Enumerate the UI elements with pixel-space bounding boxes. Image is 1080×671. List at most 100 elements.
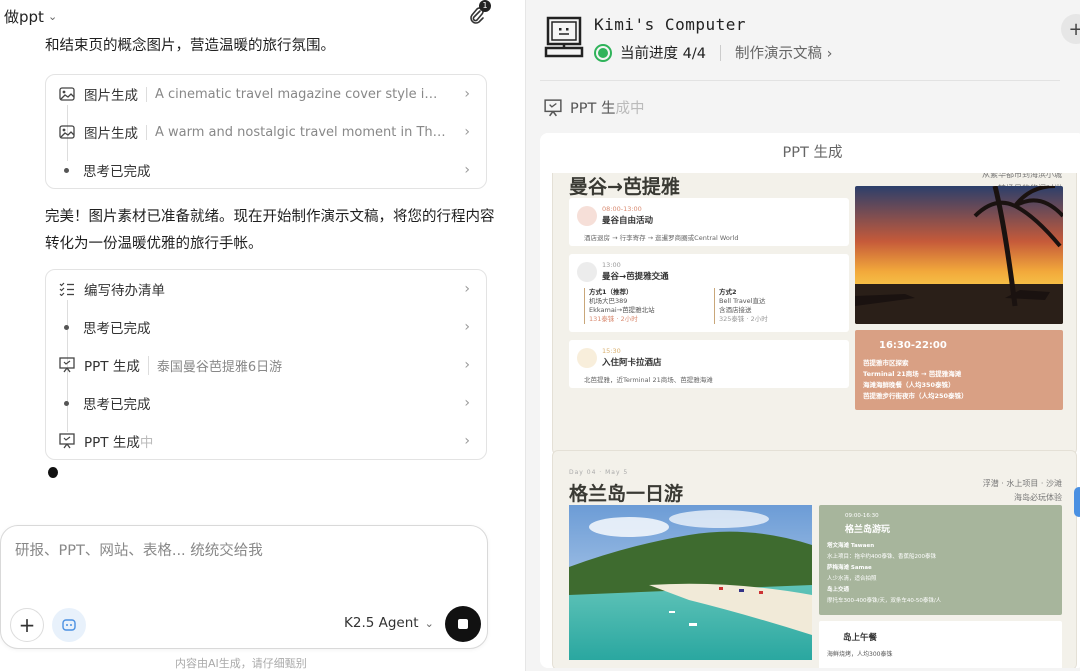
option-price: 325泰铢 · 2小时: [719, 315, 768, 323]
message-composer: + K2.5 Agent ⌄: [0, 525, 488, 649]
add-button[interactable]: +: [10, 608, 44, 642]
scroll-handle[interactable]: [1074, 487, 1080, 517]
island-beach-image: [569, 505, 812, 660]
message-input[interactable]: [15, 538, 465, 564]
step-label: PPT 生成: [84, 359, 140, 375]
option-price: 131泰铢 · 2小时: [589, 315, 638, 323]
step-label: 图片生成: [84, 88, 138, 104]
evening-line: 芭提雅市区探索: [863, 359, 909, 367]
chevron-right-icon: ›: [464, 281, 470, 297]
dot-icon: [64, 167, 69, 173]
step-thinking-done[interactable]: 思考已完成 ›: [46, 308, 486, 346]
chevron-right-icon: ›: [464, 319, 470, 335]
option-line: 含酒店接送: [719, 306, 752, 314]
ppt-viewer[interactable]: PPT 生成 曼谷→芭提雅 从繁华都市到海滨小城 转场日的悠闲时光 08:00-…: [540, 133, 1080, 668]
tool-steps-card-1: 图片生成 A cinematic travel magazine cover s…: [45, 74, 487, 189]
step-todo-list[interactable]: 编写待办清单 ›: [46, 270, 486, 308]
slide-bangkok-pattaya[interactable]: 曼谷→芭提雅 从繁华都市到海滨小城 转场日的悠闲时光 08:00-13:00 曼…: [552, 159, 1077, 455]
step-label: 思考已完成: [83, 164, 151, 180]
hotel-box: 15:30 入住阿卡拉酒店 北芭提雅，近Terminal 21商场、芭提雅海滩: [569, 340, 849, 388]
robot-icon: [62, 619, 76, 631]
option-line: Ekkamai→芭提雅北站: [589, 306, 655, 314]
plan-time: 09:00-16:30: [845, 513, 879, 519]
agent-mode-button[interactable]: [52, 608, 86, 642]
step-label: 思考已完成: [83, 397, 151, 413]
activity-title: 曼谷自由活动: [602, 216, 654, 226]
progress-status-icon: [594, 43, 612, 62]
viewer-title: PPT 生成: [540, 133, 1080, 173]
lunch-box: 岛上午餐 海鲜烧烤，人均300泰铢: [819, 621, 1062, 668]
plus-icon: +: [18, 613, 36, 637]
tool-steps-card-2: 编写待办清单 › 思考已完成 › PPT 生成 泰国曼谷芭提雅6日游 › 思考已…: [45, 269, 487, 460]
step-thinking-done[interactable]: 思考已完成 ›: [46, 151, 486, 189]
step-thinking-done[interactable]: 思考已完成 ›: [46, 384, 486, 422]
presentation-icon: [544, 98, 562, 116]
ppt-status-fading: 成中: [615, 101, 645, 117]
plan-line: 岛上交通: [827, 587, 850, 593]
evening-line: Terminal 21商场 → 芭提雅海滩: [863, 370, 962, 378]
slide-title: 曼谷→芭提雅: [569, 176, 680, 198]
chat-pane: 做ppt ⌄ 1 和结束页的概念图片，营造温暖的旅行氛围。 图片生成 A cin…: [0, 0, 525, 671]
current-task-link[interactable]: 制作演示文稿 ›: [735, 42, 832, 63]
step-ppt-generation[interactable]: PPT 生成 泰国曼谷芭提雅6日游 ›: [46, 346, 486, 384]
stop-button[interactable]: [445, 606, 481, 642]
evening-time: 16:30-22:00: [879, 340, 947, 351]
activity-time: 13:00: [602, 261, 621, 269]
activity-box: 08:00-13:00 曼谷自由活动 酒店退房 → 行李寄存 → 逛暹罗商圈或C…: [569, 198, 849, 246]
dot-icon: [64, 400, 69, 406]
activity-time: 15:30: [602, 347, 621, 355]
computer-pane: Kimi's Computer 当前进度 4/4 制作演示文稿 › + PPT …: [525, 0, 1080, 671]
presentation-icon: [58, 356, 76, 374]
option-title: 方式1（推荐）: [589, 288, 633, 296]
option-title: 方式2: [719, 288, 737, 296]
computer-name: Kimi's Computer: [594, 15, 746, 34]
activity-desc: 北芭提雅，近Terminal 21商场、芭提雅海滩: [584, 376, 713, 384]
step-label: PPT 生成: [84, 435, 140, 451]
conversation-title[interactable]: 做ppt ⌄: [4, 6, 57, 27]
chevron-right-icon: ›: [464, 162, 470, 178]
step-label: 编写待办清单: [84, 283, 165, 299]
step-label: 思考已完成: [83, 321, 151, 337]
evening-line: 海滩海鲜晚餐（人均350泰铢）: [863, 381, 955, 389]
conversation-title-text: 做ppt: [4, 8, 44, 26]
current-task-label: 制作演示文稿: [734, 46, 822, 62]
new-computer-button[interactable]: +: [1061, 14, 1080, 44]
model-name: K2.5 Agent: [344, 615, 419, 631]
chevron-right-icon: ›: [464, 433, 470, 449]
computer-icon: [544, 16, 584, 58]
lunch-desc: 海鲜烧烤，人均300泰铢: [827, 651, 893, 658]
model-selector[interactable]: K2.5 Agent ⌄: [344, 615, 434, 631]
divider: [540, 80, 1060, 81]
image-icon: [58, 85, 76, 103]
plan-line: 塔文海滩 Tawaen: [827, 543, 875, 549]
plan-title: 格兰岛游玩: [845, 525, 891, 535]
activity-title: 入住阿卡拉酒店: [602, 358, 662, 368]
plan-line: 摩托车300-400泰铢/天，双条车40-50泰铢/人: [827, 598, 942, 604]
step-image-generation-2[interactable]: 图片生成 A warm and nostalgic travel moment …: [46, 113, 486, 151]
slide-koh-larn[interactable]: Day 04 · May 5 格兰岛一日游 浮潜 · 水上项目 · 沙滩 海岛必…: [552, 450, 1077, 668]
assistant-message: 完美！图片素材已准备就绪。现在开始制作演示文稿，将您的行程内容转化为一份温暖优雅…: [45, 209, 495, 252]
lunch-title: 岛上午餐: [843, 633, 878, 643]
progress-row: 当前进度 4/4 制作演示文稿 ›: [594, 42, 832, 63]
step-image-generation-1[interactable]: 图片生成 A cinematic travel magazine cover s…: [46, 75, 486, 113]
slide-day-label: Day 04 · May 5: [569, 469, 629, 476]
plan-line: 萨梅海滩 Samae: [827, 565, 872, 571]
step-detail: 泰国曼谷芭提雅6日游: [147, 355, 282, 375]
subtitle-line: 海岛必玩体验: [1014, 493, 1062, 502]
attachment-count-badge: 1: [479, 0, 491, 12]
presentation-icon: [58, 432, 76, 450]
activity-title: 曼谷→芭提雅交通: [602, 272, 669, 282]
evening-plan-box: 16:30-22:00 芭提雅市区探索 Terminal 21商场 → 芭提雅海…: [855, 330, 1063, 410]
option-line: Bell Travel直达: [719, 297, 766, 305]
chevron-down-icon: ⌄: [424, 616, 434, 630]
chevron-down-icon: ⌄: [47, 10, 58, 23]
chevron-right-icon: ›: [464, 357, 470, 373]
subtitle-line: 浮潜 · 水上项目 · 沙滩: [982, 479, 1062, 488]
step-ppt-generating[interactable]: PPT 生成中 ›: [46, 422, 486, 460]
step-label-fading: 中: [139, 435, 154, 451]
island-plan-box: 09:00-16:30 格兰岛游玩 塔文海滩 Tawaen 水上项目：拖伞约40…: [819, 505, 1062, 615]
transport-box: 13:00 曼谷→芭提雅交通 方式1（推荐） 机场大巴389 Ekkamai→芭…: [569, 254, 849, 332]
ai-disclaimer: 内容由AI生成，请仔细甄别: [175, 657, 307, 670]
chevron-right-icon: ›: [464, 395, 470, 411]
activity-time: 08:00-13:00: [602, 205, 642, 213]
